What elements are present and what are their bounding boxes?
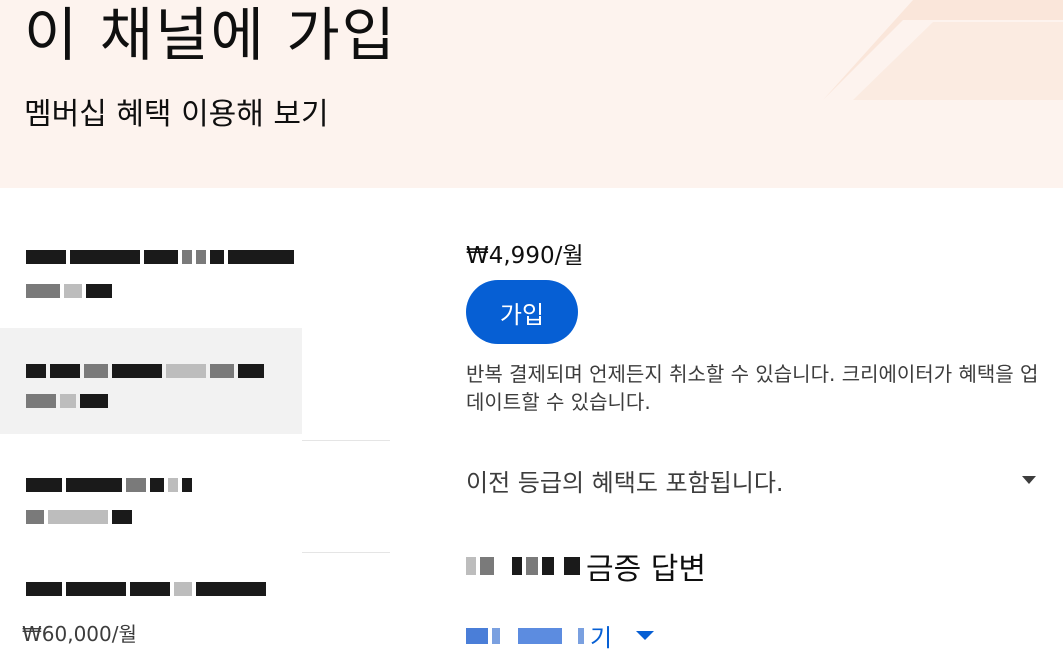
- benefit-label: 금증 답변: [586, 552, 706, 587]
- show-more-button[interactable]: 기: [466, 618, 655, 652]
- tier-meta-redacted: [26, 510, 132, 524]
- tier-meta-redacted: [26, 284, 112, 298]
- tier-item[interactable]: [0, 442, 390, 552]
- page-title: 이 채널에 가입: [24, 1, 398, 69]
- divider: [302, 440, 390, 441]
- show-more-redacted: [466, 627, 584, 644]
- benefit-name-redacted: [466, 557, 580, 575]
- tier-meta-redacted: [26, 394, 108, 408]
- tier-name-redacted: [26, 364, 264, 378]
- header-banner: 이 채널에 가입 멤버십 혜택 이용해 보기: [0, 0, 1063, 188]
- banner-decoration: [823, 0, 1063, 100]
- tier-item-selected[interactable]: [0, 328, 302, 434]
- chevron-down-icon: [1022, 476, 1036, 484]
- membership-price: ₩4,990/월: [466, 243, 584, 269]
- show-more-label: 기: [590, 624, 613, 652]
- benefit-item: 금증 답변: [466, 544, 706, 588]
- tier-price: ₩60,000/월: [22, 622, 137, 646]
- tier-name-redacted: [26, 582, 266, 596]
- billing-note: 반복 결제되며 언제든지 취소할 수 있습니다. 크리에이터가 혜택을 업데이트…: [466, 362, 1039, 414]
- join-button[interactable]: 가입: [466, 280, 578, 344]
- previous-perks-label: 이전 등급의 혜택도 포함됩니다.: [466, 468, 784, 497]
- chevron-down-icon: [636, 631, 655, 640]
- previous-perks-toggle[interactable]: 이전 등급의 혜택도 포함됩니다.: [466, 462, 1044, 498]
- divider: [302, 552, 390, 553]
- page-subtitle: 멤버십 혜택 이용해 보기: [24, 97, 329, 132]
- tier-name-redacted: [26, 478, 192, 492]
- tier-item[interactable]: [0, 218, 390, 328]
- tier-name-redacted: [26, 250, 294, 264]
